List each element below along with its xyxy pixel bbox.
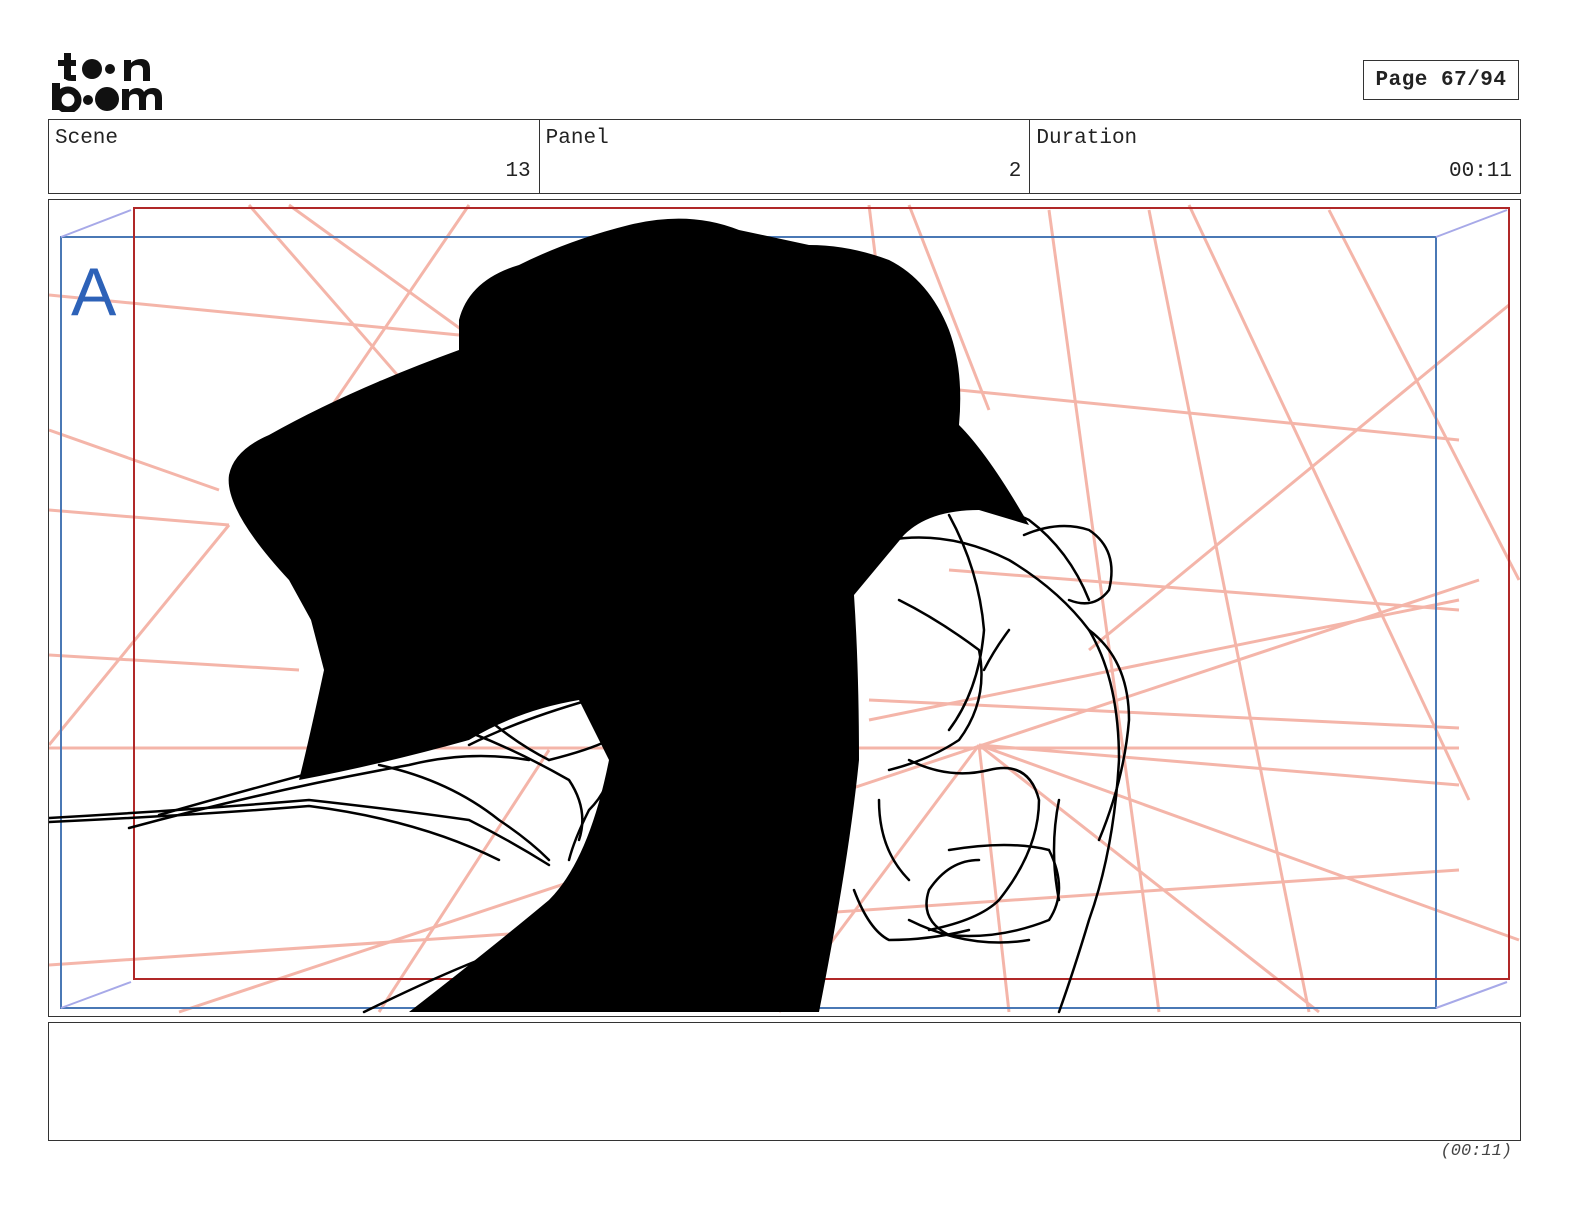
panel-drawing bbox=[49, 203, 1520, 1014]
scene-label: Scene bbox=[55, 127, 119, 150]
page-number: Page 67/94 bbox=[1375, 68, 1507, 92]
dialogue-notes-box bbox=[48, 1022, 1521, 1141]
panel-cell: Panel 2 bbox=[540, 120, 1031, 193]
page-number-box: Page 67/94 bbox=[1363, 60, 1519, 100]
total-duration: (00:11) bbox=[1440, 1142, 1512, 1161]
duration-label: Duration bbox=[1036, 127, 1138, 150]
duration-cell: Duration 00:11 bbox=[1030, 120, 1520, 193]
storyboard-panel-image: A bbox=[48, 199, 1521, 1017]
panel-label: Panel bbox=[545, 127, 609, 150]
scene-value: 13 bbox=[505, 160, 531, 183]
hat-silhouette bbox=[228, 218, 1030, 1013]
scene-cell: Scene 13 bbox=[49, 120, 540, 193]
panel-info-row: Scene 13 Panel 2 Duration 00:11 bbox=[48, 119, 1521, 194]
duration-value: 00:11 bbox=[1449, 160, 1513, 183]
layer-letter: A bbox=[71, 254, 117, 330]
panel-value: 2 bbox=[1008, 160, 1022, 183]
toon-boom-logo bbox=[50, 50, 170, 112]
